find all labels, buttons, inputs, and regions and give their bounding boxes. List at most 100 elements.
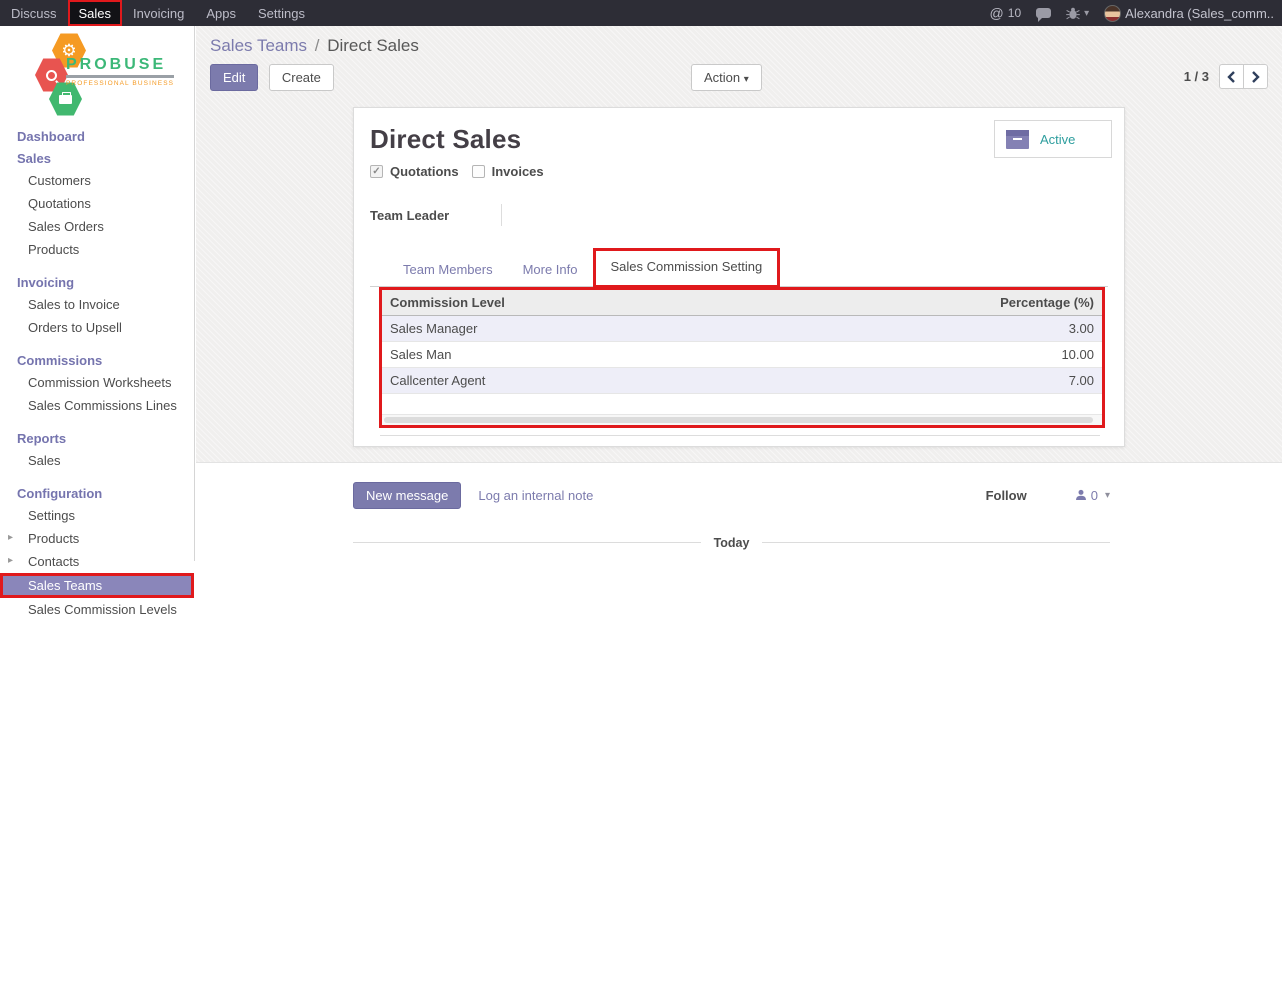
user-name: Alexandra (Sales_comm.. — [1125, 6, 1274, 21]
log-internal-note-link[interactable]: Log an internal note — [478, 488, 593, 503]
mention-count: 10 — [1008, 6, 1021, 20]
sidebar-header-commissions: Commissions — [0, 350, 194, 371]
table-empty-row — [382, 394, 1102, 414]
followers-dropdown[interactable]: 0 ▾ — [1075, 488, 1110, 503]
sidebar-item-commission-worksheets[interactable]: Commission Worksheets — [0, 371, 194, 394]
quotations-checkbox[interactable]: ✓ — [370, 165, 383, 178]
table-horizontal-scrollbar[interactable] — [382, 414, 1102, 425]
sidebar-item-sales-to-invoice[interactable]: Sales to Invoice — [0, 293, 194, 316]
invoices-checkbox[interactable] — [472, 165, 485, 178]
pager-value: 1 / 3 — [1184, 69, 1209, 84]
caret-down-icon: ▾ — [1084, 8, 1089, 19]
invoices-label: Invoices — [492, 164, 544, 179]
sidebar-item-products[interactable]: Products — [0, 238, 194, 261]
commission-level-cell[interactable]: Sales Manager — [382, 316, 778, 342]
percentage-cell[interactable]: 7.00 — [778, 368, 1102, 394]
pager: 1 / 3 — [1184, 64, 1268, 89]
bug-icon — [1066, 7, 1080, 20]
sidebar-item-dashboard[interactable]: Dashboard — [0, 126, 194, 147]
breadcrumb: Sales Teams / Direct Sales — [210, 36, 1268, 56]
mentions-button[interactable]: @ 10 — [990, 5, 1022, 21]
tab-more-info[interactable]: More Info — [508, 254, 593, 286]
active-label: Active — [1040, 132, 1075, 147]
sidebar-item-sales-commission-levels[interactable]: Sales Commission Levels — [0, 598, 194, 621]
edit-button[interactable]: Edit — [210, 64, 258, 91]
action-dropdown-button[interactable]: Action ▾ — [691, 64, 762, 91]
sheet-divider — [380, 435, 1100, 436]
top-navbar: Discuss Sales Invoicing Apps Settings @ … — [0, 0, 1282, 26]
caret-down-icon: ▾ — [1105, 490, 1110, 501]
commission-level-cell[interactable]: Callcenter Agent — [382, 368, 778, 394]
debug-menu-button[interactable]: ▾ — [1066, 7, 1089, 20]
tab-sales-commission-setting[interactable]: Sales Commission Setting — [593, 248, 781, 288]
table-row[interactable]: Sales Manager 3.00 — [382, 316, 1102, 342]
percentage-cell[interactable]: 3.00 — [778, 316, 1102, 342]
chevron-right-icon: ▸ — [8, 532, 13, 543]
follower-count: 0 — [1091, 488, 1098, 503]
sidebar-item-quotations[interactable]: Quotations — [0, 192, 194, 215]
create-button[interactable]: Create — [269, 64, 334, 91]
commission-table: Commission Level Percentage (%) Sales Ma… — [382, 290, 1102, 414]
column-header-commission-level[interactable]: Commission Level — [382, 290, 778, 316]
follow-button[interactable]: Follow — [986, 488, 1027, 503]
sidebar-item-sales-orders[interactable]: Sales Orders — [0, 215, 194, 238]
sidebar-header-sales[interactable]: Sales — [0, 148, 194, 169]
sidebar-item-reports-sales[interactable]: Sales — [0, 449, 194, 472]
breadcrumb-sales-teams[interactable]: Sales Teams — [210, 36, 307, 55]
control-panel: Sales Teams / Direct Sales Edit Create A… — [196, 26, 1282, 102]
nav-sales[interactable]: Sales — [68, 0, 123, 26]
logo-title: PROBUSE — [66, 56, 174, 78]
archive-box-icon — [1006, 130, 1029, 149]
table-row[interactable]: Sales Man 10.00 — [382, 342, 1102, 368]
chatter: New message Log an internal note Follow … — [196, 462, 1282, 997]
user-menu[interactable]: Alexandra (Sales_comm.. — [1104, 5, 1274, 22]
sidebar-header-configuration: Configuration — [0, 483, 194, 504]
sidebar-item-sales-teams[interactable]: Sales Teams — [0, 573, 194, 598]
today-divider: Today — [353, 536, 1110, 550]
sidebar-item-customers[interactable]: Customers — [0, 169, 194, 192]
form-sheet: Active Direct Sales ✓ Quotations Invoice… — [353, 107, 1125, 447]
sidebar: ⚙ PROBUSE PROFESSIONAL BUSINESS Dashboar… — [0, 26, 195, 561]
follower-person-icon — [1075, 489, 1087, 501]
sidebar-header-invoicing: Invoicing — [0, 272, 194, 293]
table-row[interactable]: Callcenter Agent 7.00 — [382, 368, 1102, 394]
breadcrumb-separator: / — [315, 36, 320, 55]
sidebar-item-config-products[interactable]: ▸ Products — [0, 527, 194, 550]
systray: @ 10 ▾ Alexandra (Sales_comm.. — [990, 0, 1282, 26]
new-message-button[interactable]: New message — [353, 482, 461, 509]
pager-previous-button[interactable] — [1219, 64, 1244, 89]
nav-settings[interactable]: Settings — [247, 0, 316, 26]
tab-team-members[interactable]: Team Members — [388, 254, 508, 286]
team-leader-field[interactable] — [501, 204, 1108, 226]
scrollbar-thumb[interactable] — [384, 417, 1093, 423]
logo-subtitle: PROFESSIONAL BUSINESS — [66, 80, 174, 87]
sidebar-item-contacts[interactable]: ▸ Contacts — [0, 550, 194, 573]
chat-bubble-icon — [1036, 8, 1051, 18]
notebook-tabs: Team Members More Info Sales Commission … — [370, 248, 1108, 287]
sidebar-header-reports: Reports — [0, 428, 194, 449]
nav-discuss[interactable]: Discuss — [0, 0, 68, 26]
caret-down-icon: ▾ — [744, 74, 749, 85]
user-avatar — [1104, 5, 1121, 22]
active-toggle-button[interactable]: Active — [994, 120, 1112, 158]
commission-level-cell[interactable]: Sales Man — [382, 342, 778, 368]
messages-button[interactable] — [1036, 8, 1051, 18]
nav-apps[interactable]: Apps — [195, 0, 247, 26]
breadcrumb-current: Direct Sales — [327, 36, 419, 55]
quotations-label: Quotations — [390, 164, 459, 179]
chevron-right-icon — [1251, 71, 1260, 83]
nav-invoicing[interactable]: Invoicing — [122, 0, 195, 26]
main-content: Sales Teams / Direct Sales Edit Create A… — [196, 26, 1282, 561]
mention-icon: @ — [990, 5, 1004, 21]
sidebar-item-sales-commissions-lines[interactable]: Sales Commissions Lines — [0, 394, 194, 417]
commission-table-annotation: Commission Level Percentage (%) Sales Ma… — [379, 287, 1105, 428]
today-label: Today — [714, 536, 750, 550]
sidebar-item-orders-to-upsell[interactable]: Orders to Upsell — [0, 316, 194, 339]
column-header-percentage[interactable]: Percentage (%) — [778, 290, 1102, 316]
pager-next-button[interactable] — [1243, 64, 1268, 89]
chevron-left-icon — [1227, 71, 1236, 83]
team-leader-label: Team Leader — [370, 208, 501, 223]
percentage-cell[interactable]: 10.00 — [778, 342, 1102, 368]
sidebar-item-settings[interactable]: Settings — [0, 504, 194, 527]
probuse-logo: ⚙ PROBUSE PROFESSIONAL BUSINESS — [0, 26, 194, 120]
